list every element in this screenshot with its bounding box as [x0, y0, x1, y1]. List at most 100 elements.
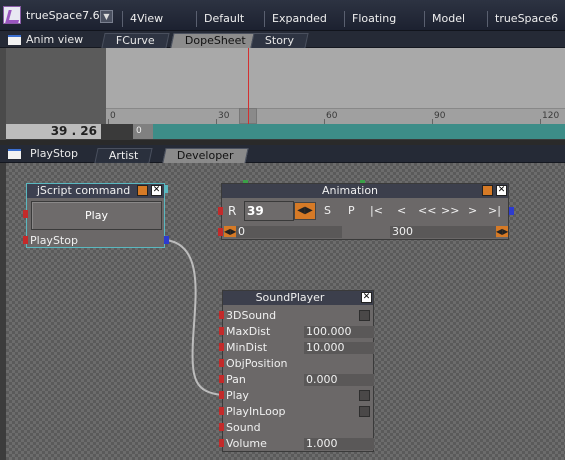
objposition-connector[interactable]	[219, 359, 224, 367]
range-to-field[interactable]: 300	[390, 226, 496, 238]
ruler-label-90: 90	[434, 111, 446, 121]
ruler-label-120: 120	[542, 111, 560, 121]
ruler-tick	[108, 119, 109, 124]
mindist-field[interactable]: 10.000	[304, 342, 374, 354]
pan-field[interactable]: 0.000	[304, 374, 374, 386]
frame-field[interactable]: 39	[244, 201, 294, 221]
volume-connector[interactable]	[219, 439, 224, 447]
animation-input-connector[interactable]	[218, 207, 223, 215]
range-input-connector[interactable]	[218, 228, 223, 236]
stop-button[interactable]: S	[324, 204, 331, 217]
green-connector[interactable]	[360, 180, 365, 183]
window-icon[interactable]	[8, 149, 21, 159]
window-icon[interactable]	[8, 35, 21, 45]
jscript-node[interactable]: jScript command ✕ Play PlayStop	[26, 183, 165, 248]
track-list[interactable]	[6, 48, 106, 108]
play-connector[interactable]	[219, 391, 224, 399]
playinloop-connector[interactable]	[219, 407, 224, 415]
tab-artist[interactable]: Artist	[94, 148, 154, 163]
playstop-header	[0, 145, 565, 163]
soundplayer-node[interactable]: SoundPlayer ✕ 3DSound MaxDist 100.000 Mi…	[222, 290, 374, 452]
frame-stepper-icon[interactable]: ◀▶	[294, 202, 316, 220]
sound-connector[interactable]	[219, 423, 224, 431]
tab-dopesheet-label: DopeSheet	[184, 34, 246, 47]
playstop-output-connector[interactable]	[164, 236, 169, 244]
playstop-title: PlayStop	[30, 147, 78, 160]
ruler-spacer	[6, 108, 106, 124]
close-icon[interactable]: ✕	[361, 292, 372, 303]
ruler-label-60: 60	[326, 111, 338, 121]
layout-tab-floating[interactable]: Floating	[344, 9, 396, 29]
node-expand-icon[interactable]	[137, 185, 148, 196]
tab-developer-label: Developer	[176, 149, 234, 162]
range-bar[interactable]	[153, 124, 565, 139]
dopesheet-area[interactable]	[106, 48, 565, 108]
node-expand-icon[interactable]	[482, 185, 493, 196]
range-from-stepper-icon[interactable]: ◀▶	[224, 226, 236, 237]
app-title: trueSpace7.6	[26, 9, 100, 22]
mindist-label: MinDist	[226, 341, 268, 354]
range-start-field[interactable]: 0	[133, 124, 153, 139]
tab-fcurve-label: FCurve	[115, 34, 155, 47]
playstop-input-connector[interactable]	[23, 236, 28, 244]
time-cursor-line[interactable]	[248, 48, 249, 124]
pan-connector[interactable]	[219, 375, 224, 383]
truespace-logo-icon[interactable]	[3, 6, 21, 24]
tab-story-label: Story	[264, 34, 294, 47]
play-button[interactable]: P	[348, 204, 355, 217]
anim-view-title: Anim view	[26, 33, 84, 46]
layout-tab-model[interactable]: Model	[424, 9, 465, 29]
play-label: Play	[226, 389, 249, 402]
step-forward-button[interactable]: >	[468, 204, 477, 217]
soundplayer-node-title[interactable]: SoundPlayer	[223, 291, 373, 305]
layout-tab-4view[interactable]: 4View	[122, 9, 163, 29]
animation-output-connector[interactable]	[509, 207, 514, 215]
time-ruler[interactable]: 0 30 60 90 120	[106, 108, 565, 124]
node-resize-handle[interactable]	[164, 185, 168, 193]
animation-node[interactable]: Animation ✕ R 39 ◀▶ S P |< < << >> > >| …	[221, 183, 509, 240]
layout-dropdown-button[interactable]: ▼	[100, 10, 113, 23]
step-back-button[interactable]: <	[397, 204, 406, 217]
sound-label: Sound	[226, 421, 261, 434]
3dsound-connector[interactable]	[219, 311, 224, 319]
maxdist-label: MaxDist	[226, 325, 271, 338]
close-icon[interactable]: ✕	[151, 185, 162, 196]
objposition-label: ObjPosition	[226, 357, 288, 370]
tab-fcurve[interactable]: FCurve	[101, 33, 170, 48]
maxdist-connector[interactable]	[219, 327, 224, 335]
animation-node-title[interactable]: Animation	[222, 184, 508, 198]
rewind-button[interactable]: <<	[418, 204, 436, 217]
pan-label: Pan	[226, 373, 246, 386]
3dsound-checkbox[interactable]	[359, 310, 370, 321]
record-toggle[interactable]: R	[228, 204, 236, 218]
layout-tab-default[interactable]: Default	[196, 9, 244, 29]
jscript-input-connector[interactable]	[23, 210, 28, 218]
3dsound-label: 3DSound	[226, 309, 277, 322]
current-frame-field[interactable]: 39 . 26	[6, 124, 101, 139]
go-start-button[interactable]: |<	[370, 204, 383, 217]
mindist-connector[interactable]	[219, 343, 224, 351]
tab-dopesheet[interactable]: DopeSheet	[170, 33, 261, 48]
maxdist-field[interactable]: 100.000	[304, 326, 374, 338]
range-from-field[interactable]: 0	[236, 226, 342, 238]
close-icon[interactable]: ✕	[496, 185, 507, 196]
tab-artist-label: Artist	[108, 149, 139, 162]
play-button[interactable]: Play	[31, 201, 162, 230]
fast-forward-button[interactable]: >>	[441, 204, 459, 217]
go-end-button[interactable]: >|	[488, 204, 501, 217]
range-to-stepper-icon[interactable]: ◀▶	[496, 226, 508, 237]
tab-story[interactable]: Story	[250, 33, 309, 48]
playinloop-checkbox[interactable]	[359, 406, 370, 417]
tab-developer[interactable]: Developer	[162, 148, 249, 163]
green-connector[interactable]	[243, 180, 248, 183]
playinloop-label: PlayInLoop	[226, 405, 286, 418]
volume-field[interactable]: 1.000	[304, 438, 374, 450]
playstop-port-label: PlayStop	[30, 234, 78, 247]
title-bar: trueSpace7.6 ▼ 4View Default Expanded Fl…	[0, 0, 565, 31]
volume-label: Volume	[226, 437, 267, 450]
ruler-label-0: 0	[110, 111, 116, 121]
ruler-label-30: 30	[218, 111, 230, 121]
play-checkbox[interactable]	[359, 390, 370, 401]
layout-tab-expanded[interactable]: Expanded	[264, 9, 327, 29]
layout-tab-truespace6[interactable]: trueSpace6	[487, 9, 558, 29]
